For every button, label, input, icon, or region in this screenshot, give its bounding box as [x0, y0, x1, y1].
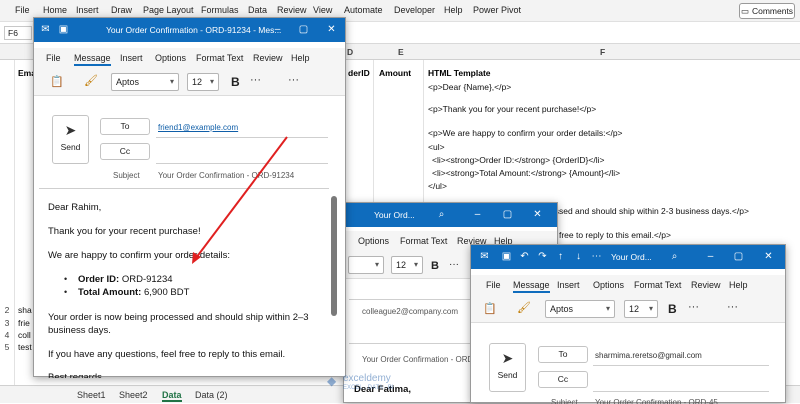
watermark-brand: exceldemy [343, 373, 391, 384]
watermark-tagline: EXCEL · DATA · BI [343, 385, 394, 391]
exceldemy-logo-icon: ◆ [327, 374, 337, 388]
arrow-line [195, 136, 288, 259]
annotation-arrow [192, 136, 288, 264]
exceldemy-watermark: ◆ exceldemy EXCEL · DATA · BI [327, 372, 427, 398]
